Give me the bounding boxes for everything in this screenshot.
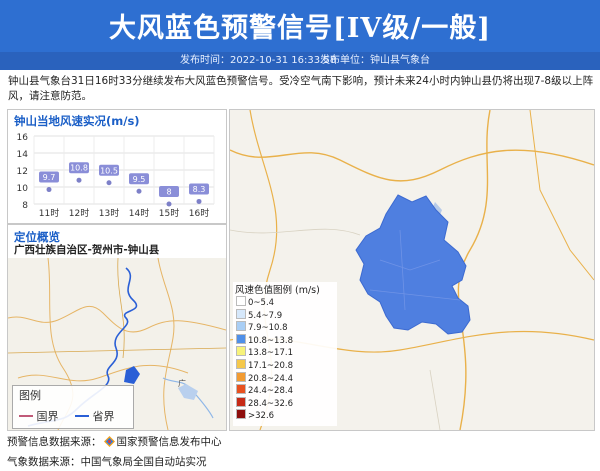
- color-legend-label: 13.8~17.1: [248, 348, 293, 359]
- color-legend-item: 7.9~10.8: [236, 321, 288, 333]
- legend-national-border: 国界: [19, 408, 59, 424]
- data-point: [136, 188, 142, 194]
- color-legend-label: 5.4~7.9: [248, 310, 283, 321]
- y-tick-label: 16: [17, 133, 29, 143]
- y-tick-label: 8: [22, 201, 28, 211]
- color-swatch: [236, 409, 246, 420]
- y-tick-label: 14: [17, 150, 29, 160]
- color-swatch: [236, 396, 246, 407]
- publish-time: 发布时间：2022-10-31 16:33:58: [180, 55, 337, 66]
- x-tick-label: 16时: [189, 207, 209, 219]
- color-legend-label: 17.1~20.8: [248, 361, 293, 371]
- legend-label: 国界: [36, 410, 59, 423]
- color-legend-item: 5.4~7.9: [236, 308, 283, 321]
- data-label: 9.7: [43, 173, 56, 182]
- color-swatch: [236, 333, 246, 344]
- warning-source-label: 预警信息数据来源：: [7, 436, 102, 448]
- national-border-swatch: [19, 415, 33, 417]
- color-legend-label: 7.9~10.8: [248, 323, 288, 334]
- color-swatch: [236, 346, 246, 357]
- color-legend-label: 10.8~13.8: [248, 335, 293, 346]
- data-label: 10.8: [70, 164, 88, 173]
- legend-province-border: 省界: [75, 408, 115, 424]
- map-legend: 图例 国界 省界: [12, 385, 134, 429]
- data-label: 9.5: [133, 175, 146, 184]
- page-title: 大风蓝色预警信号[IV级/一般]: [109, 13, 491, 44]
- color-legend-item: 24.4~28.4: [236, 384, 293, 396]
- warning-description: 钟山县气象台31日16时33分继续发布大风蓝色预警信号。受冷空气南下影响，预计未…: [8, 75, 594, 102]
- color-legend-label: 24.4~28.4: [248, 386, 293, 397]
- color-legend-item: 13.8~17.1: [236, 346, 293, 358]
- x-tick-label: 12时: [69, 207, 89, 219]
- warning-source-org[interactable]: 国家预警信息发布中心: [117, 436, 222, 448]
- color-swatch: [236, 384, 246, 395]
- wind-speed-chart: 8 10 12 14 16 11时 12时 13时 14时 15时 16时 9.7 10.8 10.5 9.…: [17, 133, 215, 219]
- color-legend-label: >32.6: [248, 411, 275, 422]
- color-swatch: [236, 321, 246, 332]
- x-tick-label: 13时: [99, 207, 119, 219]
- color-legend-item: 0~5.4: [236, 296, 274, 308]
- color-swatch: [236, 359, 246, 369]
- data-point: [46, 187, 52, 193]
- color-swatch: [236, 296, 246, 306]
- y-tick-label: 12: [17, 167, 28, 177]
- color-legend-item: 20.8~24.4: [236, 371, 293, 384]
- legend-label: 省界: [92, 410, 115, 423]
- x-tick-label: 11时: [39, 207, 59, 219]
- weather-source: 气象数据来源：中国气象局全国自动站实况: [7, 456, 207, 468]
- map-label: 广: [178, 378, 186, 388]
- y-tick-label: 10: [17, 184, 29, 194]
- warning-source: 预警信息数据来源： 国家预警信息发布中心: [7, 434, 222, 449]
- wind-speed-panel: 钟山当地风速实况(m/s) 8 10 12 14 16 11时 12时 13时 14时 15时 16…: [7, 109, 227, 224]
- color-swatch: [236, 308, 246, 319]
- warning-center-logo-icon: [103, 436, 115, 447]
- header-bar: 大风蓝色预警信号[IV级/一般]: [0, 0, 600, 52]
- data-label: 8.3: [193, 185, 206, 194]
- publish-info-bar: 发布时间：2022-10-31 16:33:58 发布单位：钟山县气象台: [0, 52, 600, 70]
- x-tick-label: 14时: [129, 207, 149, 219]
- color-legend-item: 17.1~20.8: [236, 359, 293, 371]
- color-legend-item: >32.6: [236, 409, 274, 421]
- color-swatch: [236, 371, 246, 382]
- legend-title: 图例: [19, 389, 41, 402]
- data-label: 8: [166, 188, 171, 197]
- data-point: [106, 180, 112, 186]
- province-border-swatch: [75, 415, 89, 417]
- color-legend-label: 20.8~24.4: [248, 373, 293, 384]
- data-point: [196, 198, 202, 204]
- color-legend-item: 10.8~13.8: [236, 333, 293, 346]
- color-legend-label: 0~5.4: [248, 298, 275, 308]
- data-point: [76, 177, 82, 183]
- data-label: 10.5: [100, 166, 118, 175]
- wind-speed-color-legend: 风速色值图例 (m/s) 0~5.4 5.4~7.9 7.9~10.8 10.8~13…: [233, 282, 337, 426]
- data-point: [166, 201, 172, 207]
- color-legend-label: 28.4~32.6: [248, 398, 293, 409]
- color-legend-title: 风速色值图例 (m/s): [235, 285, 320, 296]
- x-tick-label: 15时: [159, 207, 179, 219]
- color-legend-item: 28.4~32.6: [236, 396, 293, 409]
- location-region: 广西壮族自治区-贺州市-钟山县: [14, 244, 160, 256]
- location-panel: 定位概览 广西壮族自治区-贺州市-钟山县 广 图例 国界 省界: [7, 224, 227, 431]
- publisher: 发布单位：钟山县气象台: [320, 55, 430, 66]
